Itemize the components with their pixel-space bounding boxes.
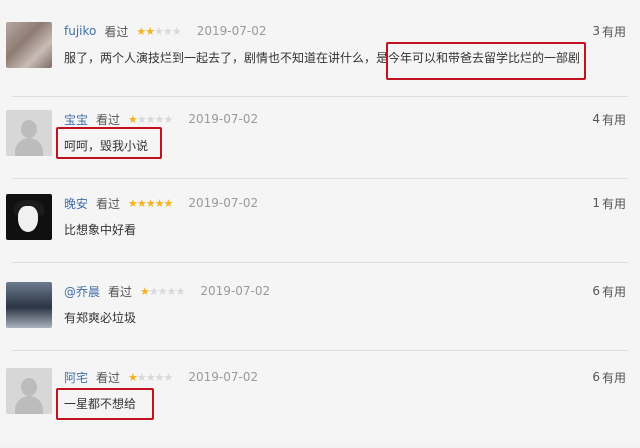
username-link[interactable]: fujiko	[64, 24, 96, 38]
anime-avatar-face	[18, 206, 38, 232]
review-header: 阿宅 看过 ★★★★★ 2019-07-02	[64, 368, 258, 386]
username-link[interactable]: 阿宅	[64, 369, 88, 386]
star-icon: ★★★★	[136, 112, 173, 126]
helpful-number: 4	[592, 112, 600, 126]
default-avatar-icon	[21, 378, 37, 396]
helpful-count[interactable]: 3 有用	[592, 22, 626, 40]
helpful-count[interactable]: 4 有用	[592, 110, 626, 128]
rating-stars: ★★★★★	[140, 284, 185, 298]
rating-stars: ★★★★★	[136, 24, 182, 38]
star-icon: ★	[140, 284, 150, 298]
review-date: 2019-07-02	[200, 284, 271, 298]
watch-status: 看过	[96, 112, 121, 127]
default-avatar-body	[15, 396, 43, 414]
review-text: 有郑爽必垃圾	[64, 311, 137, 325]
divider	[12, 96, 628, 97]
helpful-label: 有用	[601, 284, 626, 299]
helpful-label: 有用	[601, 196, 626, 211]
helpful-count[interactable]: 6 有用	[592, 368, 626, 386]
divider	[12, 350, 628, 351]
red-highlight-box	[56, 388, 154, 420]
user-avatar[interactable]	[6, 194, 52, 240]
review-header: fujiko 看过 ★★★★★ 2019-07-02	[64, 22, 266, 40]
helpful-label: 有用	[601, 370, 626, 385]
rating-stars: ★★★★★	[128, 196, 173, 210]
review-text: 比想象中好看	[64, 223, 137, 237]
helpful-count[interactable]: 1 有用	[592, 194, 626, 212]
helpful-number: 6	[592, 370, 600, 384]
review-header: 宝宝 看过 ★★★★★ 2019-07-02	[64, 110, 258, 128]
reviews-page: fujiko 看过 ★★★★★ 2019-07-02 3 有用 服了，两个人演技…	[0, 0, 640, 442]
watch-status: 看过	[108, 284, 133, 299]
star-icon: ★	[128, 370, 138, 384]
helpful-label: 有用	[601, 24, 626, 39]
username-link[interactable]: 晚安	[64, 195, 88, 212]
helpful-number: 3	[592, 24, 600, 38]
star-icon: ★★★★★	[128, 196, 173, 210]
star-icon: ★★★★	[136, 370, 173, 384]
watch-status: 看过	[96, 196, 121, 211]
star-icon: ★★	[136, 24, 155, 38]
review-header: 晚安 看过 ★★★★★ 2019-07-02	[64, 194, 258, 212]
review-date: 2019-07-02	[188, 112, 259, 126]
user-avatar[interactable]	[6, 282, 52, 328]
review-date: 2019-07-02	[188, 370, 259, 384]
default-avatar-body	[15, 138, 43, 156]
user-avatar[interactable]	[6, 110, 52, 156]
review-date: 2019-07-02	[196, 24, 267, 38]
helpful-label: 有用	[601, 112, 626, 127]
divider	[12, 178, 628, 179]
red-highlight-box	[386, 42, 586, 80]
helpful-number: 6	[592, 284, 600, 298]
review-date: 2019-07-02	[188, 196, 259, 210]
rating-stars: ★★★★★	[128, 370, 173, 384]
star-icon: ★★★	[154, 24, 182, 38]
rating-stars: ★★★★★	[128, 112, 173, 126]
divider	[12, 262, 628, 263]
username-link[interactable]: 宝宝	[64, 111, 88, 128]
star-icon: ★★★★	[148, 284, 185, 298]
review-header: @乔晨 看过 ★★★★★ 2019-07-02	[64, 282, 270, 300]
username-link[interactable]: @乔晨	[64, 283, 100, 300]
helpful-number: 1	[592, 196, 600, 210]
review-item-5: 阿宅 看过 ★★★★★ 2019-07-02 6 有用 一星都不想给	[0, 368, 640, 448]
default-avatar-icon	[21, 120, 37, 138]
review-item-1: fujiko 看过 ★★★★★ 2019-07-02 3 有用 服了，两个人演技…	[0, 22, 640, 102]
star-icon: ★	[128, 112, 138, 126]
watch-status: 看过	[104, 24, 129, 39]
red-highlight-box	[56, 127, 162, 159]
user-avatar[interactable]	[6, 368, 52, 414]
helpful-count[interactable]: 6 有用	[592, 282, 626, 300]
watch-status: 看过	[96, 370, 121, 385]
user-avatar[interactable]	[6, 22, 52, 68]
